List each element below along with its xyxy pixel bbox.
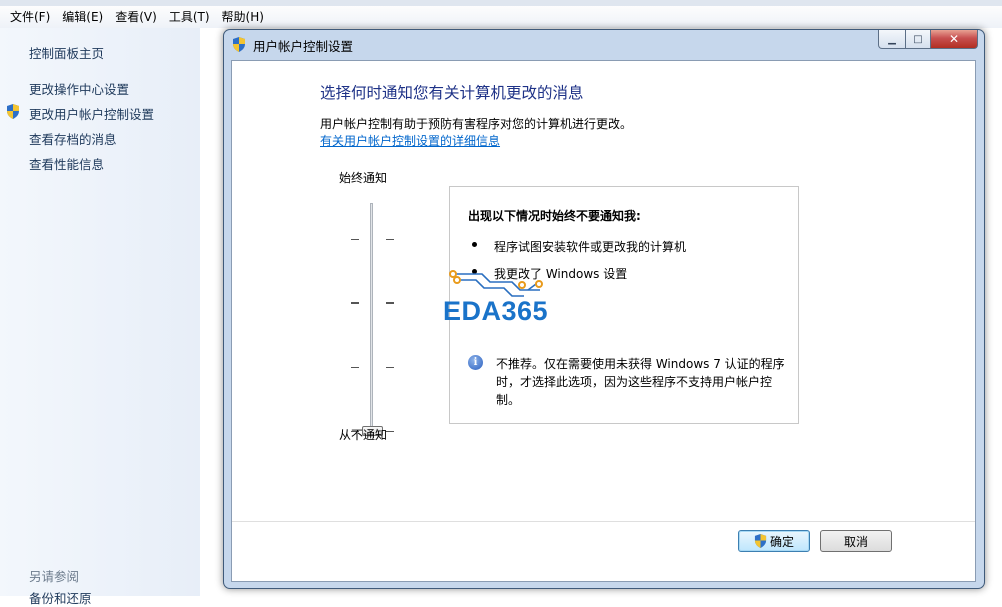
slider-tick [351, 302, 359, 304]
sidebar-item-home[interactable]: 控制面板主页 [29, 43, 104, 62]
slider-tick [386, 239, 394, 240]
minimize-icon: ▁ [888, 33, 896, 45]
uac-shield-icon [7, 104, 19, 119]
slider-bottom-label: 从不通知 [339, 428, 388, 442]
uac-shield-icon [754, 534, 767, 548]
slider-tick [386, 431, 394, 432]
cancel-button[interactable]: 取消 [820, 530, 892, 552]
bullet-text: 程序试图安装软件或更改我的计算机 [494, 240, 687, 254]
dialog-title: 用户帐户控制设置 [253, 39, 354, 54]
menu-file[interactable]: 文件(F) [4, 8, 56, 26]
menu-tools[interactable]: 工具(T) [163, 8, 216, 26]
maximize-icon: □ [913, 33, 923, 45]
see-also-heading: 另请参阅 [29, 569, 80, 584]
close-button[interactable]: ✕ [931, 30, 978, 49]
close-icon: ✕ [948, 32, 960, 46]
ok-label: 确定 [769, 534, 794, 549]
ok-button[interactable]: 确定 [738, 530, 810, 552]
control-panel-sidebar: 控制面板主页 更改操作中心设置 更改用户帐户控制设置 查看存档的消息 查看性能信… [0, 28, 200, 606]
dialog-description: 用户帐户控制有助于预防有害程序对您的计算机进行更改。 [320, 117, 633, 131]
maximize-button[interactable]: □ [906, 30, 931, 49]
slider-top-label: 始终通知 [339, 171, 388, 185]
sidebar-item-uac-settings[interactable]: 更改用户帐户控制设置 [29, 104, 154, 123]
learn-more-link[interactable]: 有关用户帐户控制设置的详细信息 [320, 132, 500, 149]
uac-shield-icon [233, 37, 245, 52]
dialog-client-area: 选择何时通知您有关计算机更改的消息 用户帐户控制有助于预防有害程序对您的计算机进… [231, 60, 976, 582]
menu-help[interactable]: 帮助(H) [216, 8, 270, 26]
info-note: 不推荐。仅在需要使用未获得 Windows 7 认证的程序时，才选择此选项，因为… [496, 357, 785, 407]
dialog-heading: 选择何时通知您有关计算机更改的消息 [320, 84, 584, 102]
sidebar-item-archived-messages[interactable]: 查看存档的消息 [29, 129, 117, 148]
menu-bar: 文件(F) 编辑(E) 查看(V) 工具(T) 帮助(H) [0, 0, 1002, 28]
info-icon: i [468, 355, 483, 370]
cancel-label: 取消 [843, 534, 868, 549]
slider-tick [351, 367, 359, 368]
watermark-text: EDA365 [443, 296, 549, 326]
sidebar-item-action-center[interactable]: 更改操作中心设置 [29, 79, 129, 98]
bullet-icon [472, 242, 477, 247]
menu-edit[interactable]: 编辑(E) [56, 8, 109, 26]
slider-tick [386, 367, 394, 368]
footer-divider [232, 521, 975, 522]
window-controls: ▁ □ ✕ [878, 30, 978, 49]
menu-view[interactable]: 查看(V) [109, 8, 163, 26]
info-title: 出现以下情况时始终不要通知我: [468, 209, 641, 223]
see-also-backup-link[interactable]: 备份和还原 [29, 588, 92, 607]
slider-tick [351, 239, 359, 240]
minimize-button[interactable]: ▁ [878, 30, 906, 49]
slider-tick [386, 302, 394, 304]
notification-slider-track[interactable] [370, 203, 373, 431]
dialog-titlebar[interactable]: 用户帐户控制设置 ▁ □ ✕ [224, 30, 984, 58]
sidebar-item-performance[interactable]: 查看性能信息 [29, 154, 104, 173]
uac-settings-dialog: 用户帐户控制设置 ▁ □ ✕ 选择何时通知您有关计算机更改的消息 用户帐户控制有… [223, 29, 985, 589]
